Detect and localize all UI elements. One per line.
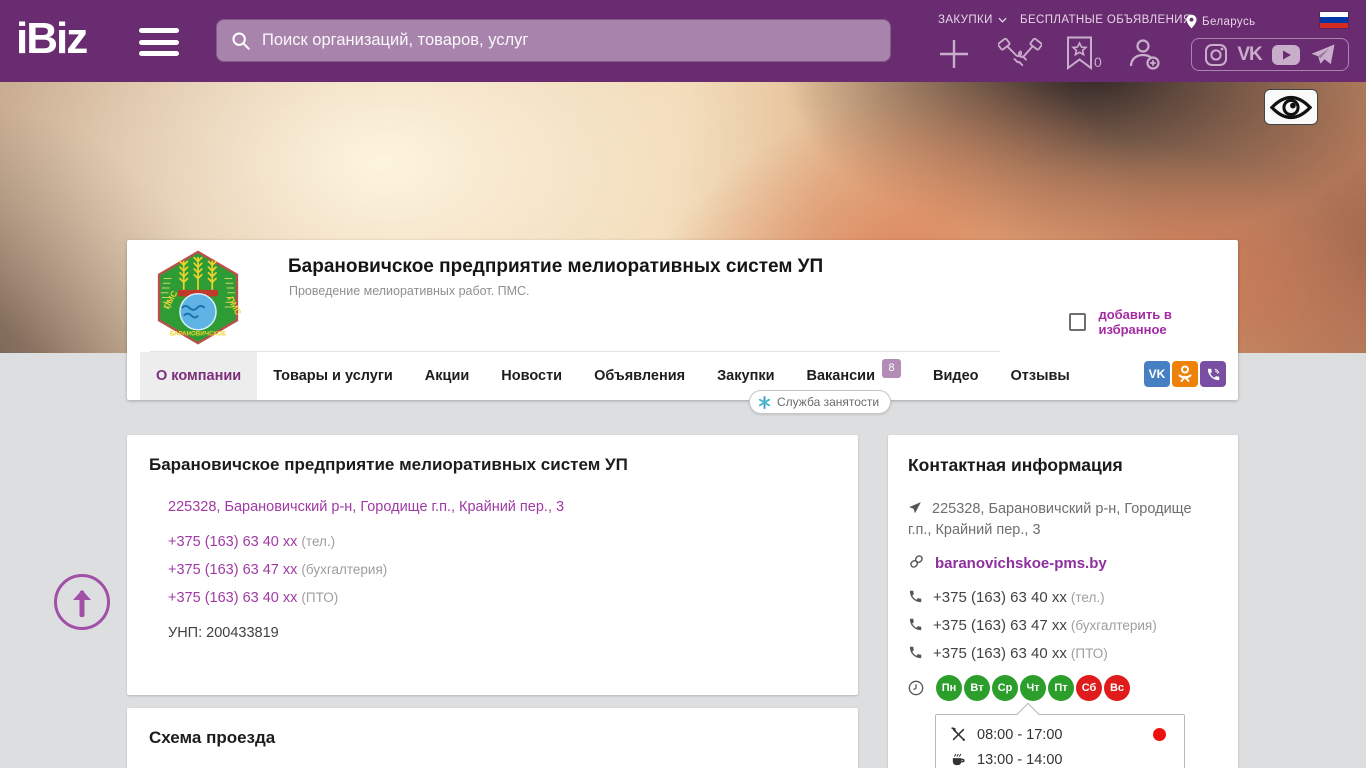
company-unp: УНП: 200433819 xyxy=(168,625,279,641)
tab-ads[interactable]: Объявления xyxy=(578,352,701,400)
bookmark-count: 0 xyxy=(1094,54,1102,70)
phone-icon xyxy=(909,590,922,603)
work-hours-row: 08:00 - 17:00 xyxy=(950,722,1170,747)
company-social-links: VK xyxy=(1144,361,1226,387)
contact-info-card: Контактная информация 225328, Барановичс… xyxy=(888,435,1238,768)
youtube-icon[interactable] xyxy=(1271,44,1301,66)
add-to-favorites[interactable]: добавить в избранное xyxy=(1069,307,1238,337)
nav-free-ads[interactable]: БЕСПЛАТНЫЕ ОБЪЯВЛЕНИЯ xyxy=(1020,14,1192,26)
search-input[interactable] xyxy=(262,31,877,50)
day-badge[interactable]: Чт xyxy=(1020,675,1046,701)
clock-icon xyxy=(908,680,924,696)
phone-row: +375 (163) 63 40 xx (ПТО) xyxy=(168,590,339,606)
search-icon xyxy=(232,31,250,50)
contact-phone-row: +375 (163) 63 40 xx (ПТО) xyxy=(908,643,1218,665)
tab-products[interactable]: Товары и услуги xyxy=(257,352,409,400)
phone-link[interactable]: +375 (163) 63 40 xx xyxy=(168,590,297,606)
site-logo[interactable]: iBiz xyxy=(16,14,88,64)
day-badge[interactable]: Пт xyxy=(1048,675,1074,701)
svg-text:БАРАНОВИЧСКОЕ: БАРАНОВИЧСКОЕ xyxy=(170,331,226,338)
phone-link[interactable]: +375 (163) 63 40 xx xyxy=(933,645,1067,662)
viber-icon[interactable] xyxy=(1200,361,1226,387)
favorite-checkbox[interactable] xyxy=(1069,313,1087,331)
phone-row: +375 (163) 63 47 xx (бухгалтерия) xyxy=(168,562,388,578)
company-address-link[interactable]: 225328, Барановичский р-н, Городище г.п.… xyxy=(168,499,564,515)
contact-phone-row: +375 (163) 63 40 xx (тел.) xyxy=(908,587,1218,609)
arrow-up-icon xyxy=(73,590,91,617)
phone-icon xyxy=(909,618,922,631)
day-badge[interactable]: Вт xyxy=(964,675,990,701)
hamburger-menu-icon[interactable] xyxy=(139,28,179,56)
telegram-icon[interactable] xyxy=(1310,43,1336,67)
tab-reviews[interactable]: Отзывы xyxy=(995,352,1086,400)
day-badge[interactable]: Сб xyxy=(1076,675,1102,701)
header-social-links: VK xyxy=(1191,38,1349,71)
directions-heading: Схема проезда xyxy=(149,728,276,747)
header: iBiz ЗАКУПКИ БЕСПЛАТНЫЕ ОБЪЯВЛЕНИЯ Белар… xyxy=(0,0,1366,82)
phone-icon xyxy=(909,646,922,659)
navigation-arrow-icon xyxy=(909,502,921,514)
search-bar xyxy=(216,19,891,62)
employment-service-icon xyxy=(758,395,771,409)
tab-promotions[interactable]: Акции xyxy=(409,352,485,400)
chevron-down-icon xyxy=(998,17,1007,23)
odnoklassniki-icon[interactable] xyxy=(1172,361,1198,387)
vacancies-count-badge: 8 xyxy=(882,359,902,378)
contact-address: 225328, Барановичский р-н, Городище г.п.… xyxy=(908,501,1192,538)
company-tagline: Проведение мелиоративных работ. ПМС. xyxy=(289,284,530,298)
day-badge[interactable]: Пн xyxy=(936,675,962,701)
phone-link[interactable]: +375 (163) 63 47 xx xyxy=(933,617,1067,634)
accessibility-eye-button[interactable] xyxy=(1264,89,1318,125)
eye-icon xyxy=(1270,95,1312,119)
tab-about[interactable]: О компании xyxy=(140,352,258,400)
phone-link[interactable]: +375 (163) 63 40 xx xyxy=(933,589,1067,606)
phone-link[interactable]: +375 (163) 63 47 xx xyxy=(168,562,297,578)
link-icon xyxy=(910,555,923,568)
contact-info-heading: Контактная информация xyxy=(908,455,1123,475)
vk-social-icon[interactable]: VK xyxy=(1144,361,1170,387)
phone-row: +375 (163) 63 40 xx (тел.) xyxy=(168,534,336,550)
day-badge[interactable]: Ср xyxy=(992,675,1018,701)
vk-icon[interactable]: VK xyxy=(1237,44,1262,66)
working-days-row: Пн Вт Ср Чт Пт Сб Вс xyxy=(908,675,1218,701)
handshake-icon[interactable] xyxy=(998,38,1042,71)
page: iBiz ЗАКУПКИ БЕСПЛАТНЫЕ ОБЪЯВЛЕНИЯ Белар… xyxy=(0,0,1366,768)
nav-procurement[interactable]: ЗАКУПКИ xyxy=(938,14,1007,26)
website-link[interactable]: baranovichskoe-pms.by xyxy=(935,555,1107,572)
about-company-card: Барановичское предприятие мелиоративных … xyxy=(127,435,858,695)
tab-video[interactable]: Видео xyxy=(917,352,995,400)
status-dot xyxy=(1153,728,1166,741)
back-to-top-button[interactable] xyxy=(54,574,110,630)
user-add-icon[interactable] xyxy=(1126,36,1162,72)
directions-card: Схема проезда xyxy=(127,708,858,768)
company-tabs: О компании Товары и услуги Акции Новости… xyxy=(140,352,1086,400)
contact-website: baranovichskoe-pms.by xyxy=(908,553,1218,575)
working-hours-popup: 08:00 - 17:00 13:00 - 14:00 xyxy=(935,702,1185,768)
coffee-cup-icon xyxy=(952,753,965,766)
company-name: Барановичское предприятие мелиоративных … xyxy=(288,256,824,277)
company-header-card: ПМС ПМС БАРАНОВИЧСКОЕ Барановичское пред… xyxy=(127,240,1238,400)
phone-link[interactable]: +375 (163) 63 40 xx xyxy=(168,534,297,550)
company-logo[interactable]: ПМС ПМС БАРАНОВИЧСКОЕ xyxy=(150,250,246,345)
work-tools-icon xyxy=(951,727,965,741)
employment-service-tooltip: Служба занятости xyxy=(749,390,892,414)
about-heading: Барановичское предприятие мелиоративных … xyxy=(149,455,628,474)
tab-news[interactable]: Новости xyxy=(485,352,578,400)
instagram-icon[interactable] xyxy=(1204,43,1228,67)
day-badge[interactable]: Вс xyxy=(1104,675,1130,701)
favorite-label: добавить в избранное xyxy=(1098,307,1172,337)
contact-phone-row: +375 (163) 63 47 xx (бухгалтерия) xyxy=(908,615,1218,637)
location-pin-icon xyxy=(1186,14,1197,29)
bookmark-star-icon[interactable] xyxy=(1066,36,1093,70)
country-selector[interactable]: Беларусь xyxy=(1186,14,1256,29)
break-hours-row: 13:00 - 14:00 xyxy=(950,747,1170,768)
language-flag-russian[interactable] xyxy=(1320,12,1348,28)
add-plus-icon[interactable] xyxy=(936,36,972,72)
